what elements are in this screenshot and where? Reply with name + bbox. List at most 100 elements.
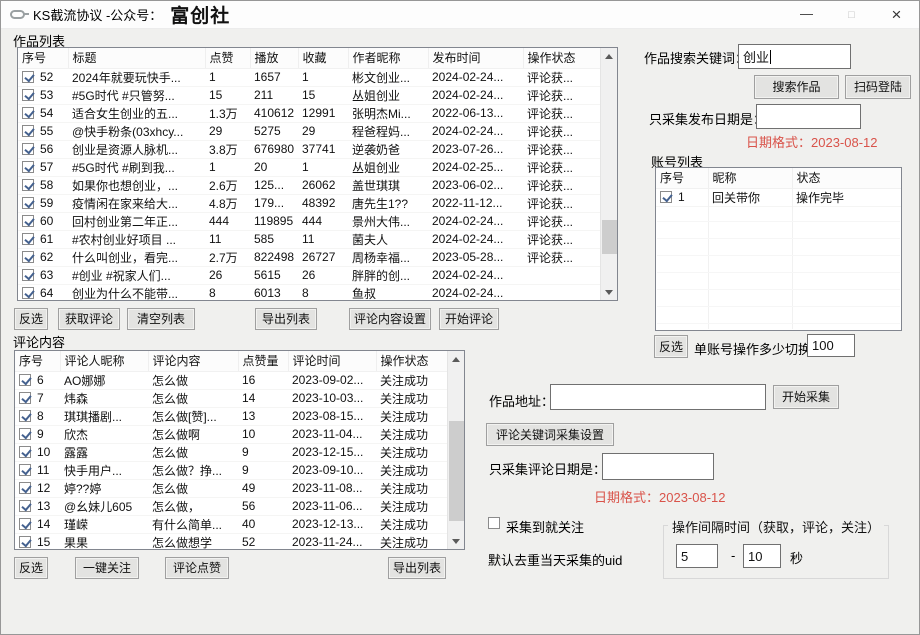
column-header[interactable]: 序号 bbox=[15, 351, 60, 371]
minimize-button[interactable]: — bbox=[784, 1, 829, 29]
row-checkbox[interactable] bbox=[19, 536, 31, 548]
comments-scrollbar[interactable] bbox=[447, 351, 464, 549]
row-checkbox[interactable] bbox=[22, 71, 34, 83]
table-row[interactable]: 56创业是资源人脉机...3.8万67698037741逆袭奶爸2023-07-… bbox=[18, 140, 601, 158]
row-checkbox[interactable] bbox=[22, 107, 34, 119]
table-row[interactable]: 62什么叫创业，看完...2.7万82249826727周杨幸福...2023-… bbox=[18, 248, 601, 266]
works-invert-button[interactable]: 反选 bbox=[14, 308, 48, 330]
row-checkbox[interactable] bbox=[22, 287, 34, 299]
comment-settings-button[interactable]: 评论内容设置 bbox=[349, 308, 431, 330]
row-checkbox[interactable] bbox=[19, 464, 31, 476]
column-header[interactable]: 作者昵称 bbox=[348, 48, 428, 68]
row-checkbox[interactable] bbox=[19, 428, 31, 440]
interval-max-input[interactable] bbox=[743, 544, 781, 568]
table-row[interactable]: 9欣杰怎么做啊102023-11-04...关注成功 bbox=[15, 425, 448, 443]
row-checkbox[interactable] bbox=[19, 518, 31, 530]
comment-date-input[interactable] bbox=[602, 453, 714, 480]
table-row[interactable]: 58如果你也想创业，...2.6万125...26062盖世琪琪2023-06-… bbox=[18, 176, 601, 194]
table-row[interactable]: 8琪琪播剧...怎么做[赞]...132023-08-15...关注成功 bbox=[15, 407, 448, 425]
table-row[interactable]: 1回关带你操作完毕 bbox=[656, 188, 901, 206]
row-checkbox[interactable] bbox=[22, 179, 34, 191]
table-row[interactable]: 7炜森怎么做142023-10-03...关注成功 bbox=[15, 389, 448, 407]
follow-on-collect-checkbox[interactable] bbox=[488, 517, 500, 529]
row-checkbox[interactable] bbox=[19, 392, 31, 404]
column-header[interactable]: 状态 bbox=[792, 168, 901, 188]
column-header[interactable]: 标题 bbox=[68, 48, 205, 68]
row-checkbox[interactable] bbox=[22, 197, 34, 209]
no-cell: 58 bbox=[18, 176, 68, 194]
table-row[interactable]: 60回村创业第二年正...444119895444景州大伟...2024-02-… bbox=[18, 212, 601, 230]
column-header[interactable]: 操作状态 bbox=[523, 48, 601, 68]
table-row[interactable]: 6AO娜娜怎么做162023-09-02...关注成功 bbox=[15, 371, 448, 389]
scroll-thumb[interactable] bbox=[602, 220, 617, 254]
row-checkbox[interactable] bbox=[19, 482, 31, 494]
like-comments-button[interactable]: 评论点赞 bbox=[165, 557, 229, 579]
search-works-button[interactable]: 搜索作品 bbox=[754, 75, 839, 99]
table-row[interactable]: 63#创业 #祝家人们...26561526胖胖的创...2024-02-24.… bbox=[18, 266, 601, 284]
column-header[interactable]: 评论时间 bbox=[288, 351, 376, 371]
column-header[interactable]: 点赞 bbox=[205, 48, 250, 68]
scroll-down-icon[interactable] bbox=[448, 532, 464, 549]
works-export-button[interactable]: 导出列表 bbox=[255, 308, 317, 330]
table-row[interactable]: 12婷??婷怎么做492023-11-08...关注成功 bbox=[15, 479, 448, 497]
row-checkbox[interactable] bbox=[22, 233, 34, 245]
table-row[interactable]: 10露露怎么做92023-12-15...关注成功 bbox=[15, 443, 448, 461]
row-checkbox[interactable] bbox=[22, 251, 34, 263]
work-url-input[interactable] bbox=[550, 384, 766, 410]
row-checkbox[interactable] bbox=[22, 269, 34, 281]
column-header[interactable]: 发布时间 bbox=[428, 48, 523, 68]
column-header[interactable]: 昵称 bbox=[708, 168, 792, 188]
column-header[interactable]: 操作状态 bbox=[376, 351, 448, 371]
row-checkbox[interactable] bbox=[19, 374, 31, 386]
table-row[interactable]: 13@幺妹儿605怎么做，562023-11-06...关注成功 bbox=[15, 497, 448, 515]
start-comment-button[interactable]: 开始评论 bbox=[439, 308, 499, 330]
clear-list-button[interactable]: 清空列表 bbox=[127, 308, 195, 330]
column-header[interactable]: 播放 bbox=[250, 48, 298, 68]
scroll-thumb[interactable] bbox=[449, 421, 464, 521]
column-header[interactable]: 序号 bbox=[656, 168, 708, 188]
table-row[interactable]: 54适合女生创业的五...1.3万41061212991张明杰Mi...2022… bbox=[18, 104, 601, 122]
scroll-up-icon[interactable] bbox=[448, 351, 464, 368]
row-checkbox[interactable] bbox=[660, 191, 672, 203]
table-row[interactable]: 57#5G时代 #刷到我...1201丛姐创业2024-02-25...评论获.… bbox=[18, 158, 601, 176]
accounts-invert-button[interactable]: 反选 bbox=[654, 335, 688, 358]
row-checkbox[interactable] bbox=[22, 161, 34, 173]
start-collect-button[interactable]: 开始采集 bbox=[773, 385, 839, 409]
get-comments-button[interactable]: 获取评论 bbox=[58, 308, 120, 330]
scroll-up-icon[interactable] bbox=[601, 48, 617, 65]
qr-login-button[interactable]: 扫码登陆 bbox=[845, 75, 911, 99]
table-row[interactable]: 64创业为什么不能带...860138鱼叔2024-02-24... bbox=[18, 284, 601, 301]
keyword-collect-settings-button[interactable]: 评论关键词采集设置 bbox=[486, 423, 614, 446]
publish-date-input[interactable] bbox=[756, 104, 861, 129]
column-header[interactable]: 序号 bbox=[18, 48, 68, 68]
table-row[interactable]: 55@快手粉条(03xhcy...29527529程爸程妈...2024-02-… bbox=[18, 122, 601, 140]
works-scrollbar[interactable] bbox=[600, 48, 617, 300]
maximize-button[interactable]: □ bbox=[829, 1, 874, 29]
row-checkbox[interactable] bbox=[19, 500, 31, 512]
interval-min-input[interactable] bbox=[676, 544, 718, 568]
close-button[interactable]: × bbox=[874, 1, 919, 29]
table-row[interactable]: 522024年就要玩快手...116571彬文创业...2024-02-24..… bbox=[18, 68, 601, 86]
scroll-down-icon[interactable] bbox=[601, 283, 617, 300]
comments-export-button[interactable]: 导出列表 bbox=[388, 557, 446, 579]
row-checkbox[interactable] bbox=[22, 143, 34, 155]
table-row[interactable]: 61#农村创业好项目 ...1158511菌夫人2024-02-24...评论获… bbox=[18, 230, 601, 248]
column-header[interactable]: 点赞量 bbox=[238, 351, 288, 371]
table-row[interactable]: 14瑾嵘有什么简单...402023-12-13...关注成功 bbox=[15, 515, 448, 533]
column-header[interactable]: 评论人昵称 bbox=[60, 351, 148, 371]
row-checkbox[interactable] bbox=[19, 410, 31, 422]
switch-count-input[interactable] bbox=[807, 334, 855, 357]
follow-all-button[interactable]: 一键关注 bbox=[75, 557, 139, 579]
row-checkbox[interactable] bbox=[22, 89, 34, 101]
column-header[interactable]: 评论内容 bbox=[148, 351, 238, 371]
table-row[interactable]: 15果果怎么做想学522023-11-24...关注成功 bbox=[15, 533, 448, 550]
table-row[interactable]: 53#5G时代 #只管努...1521115丛姐创业2024-02-24...评… bbox=[18, 86, 601, 104]
row-checkbox[interactable] bbox=[19, 446, 31, 458]
table-row[interactable]: 59疫情闲在家来给大...4.8万179...48392唐先生1??2022-1… bbox=[18, 194, 601, 212]
keyword-input[interactable]: 创业 bbox=[738, 44, 851, 69]
column-header[interactable]: 收藏 bbox=[298, 48, 348, 68]
row-checkbox[interactable] bbox=[22, 125, 34, 137]
table-row[interactable]: 11快手用户...怎么做？挣...92023-09-10...关注成功 bbox=[15, 461, 448, 479]
row-checkbox[interactable] bbox=[22, 215, 34, 227]
comments-invert-button[interactable]: 反选 bbox=[14, 557, 48, 579]
